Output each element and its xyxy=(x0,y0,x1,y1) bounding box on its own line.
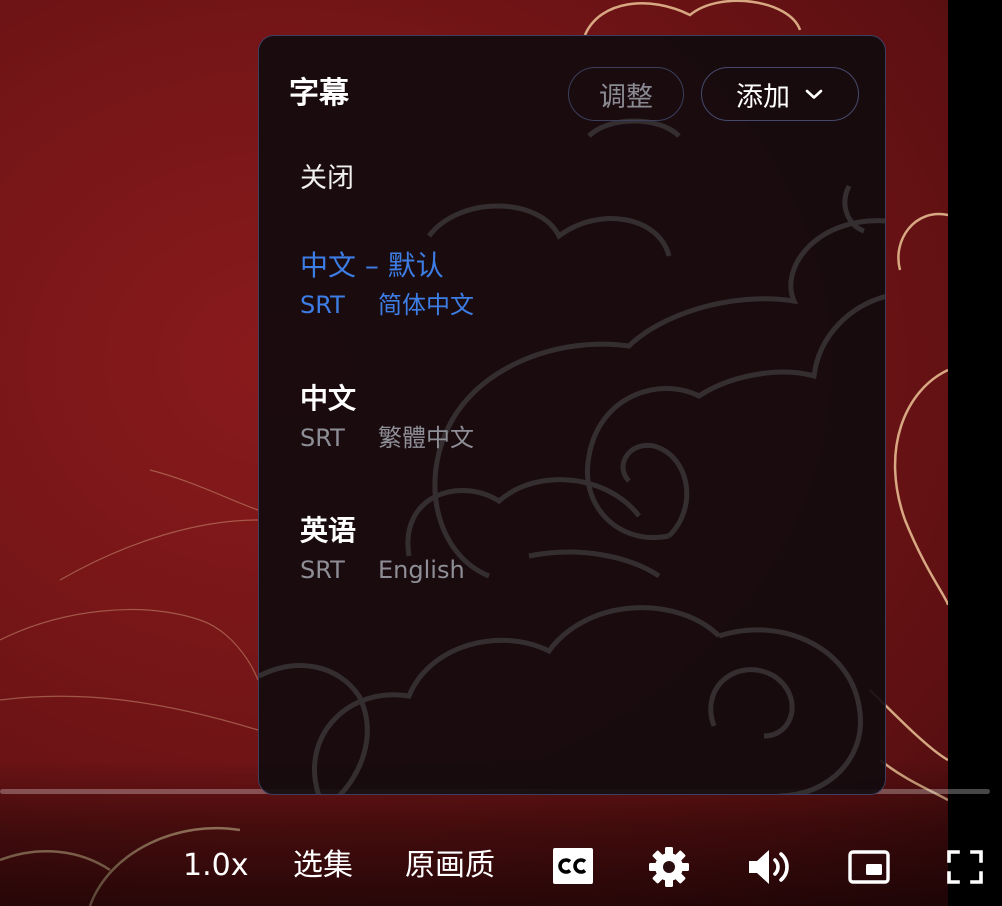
episodes-button[interactable]: 选集 xyxy=(293,846,353,886)
option-format: SRT xyxy=(300,556,345,584)
volume-button[interactable] xyxy=(747,847,790,887)
add-subtitle-button[interactable]: 添加 xyxy=(701,67,859,121)
adjust-button-label: 调整 xyxy=(599,81,653,113)
option-name: 中文 – 默认 xyxy=(300,249,444,282)
option-language: 繁體中文 xyxy=(378,424,474,452)
subtitle-option-en[interactable]: 英语 SRT English xyxy=(300,512,846,586)
option-format: SRT xyxy=(300,424,345,452)
cc-icon xyxy=(553,848,593,884)
option-name: 中文 xyxy=(300,382,357,415)
chevron-down-icon xyxy=(805,89,823,99)
settings-button[interactable] xyxy=(648,846,690,888)
volume-icon xyxy=(749,850,789,884)
add-button-label: 添加 xyxy=(736,81,790,113)
subtitles-button[interactable] xyxy=(553,848,593,884)
option-language: 简体中文 xyxy=(378,291,474,319)
option-meta: SRT 简体中文 xyxy=(300,289,846,321)
gear-icon xyxy=(649,847,689,887)
panel-title: 字幕 xyxy=(289,76,349,111)
subtitle-option-zh-trad[interactable]: 中文 SRT 繁體中文 xyxy=(300,380,846,454)
subtitle-option-off[interactable]: 关闭 xyxy=(300,160,846,198)
adjust-button[interactable]: 调整 xyxy=(568,67,684,121)
option-meta: SRT 繁體中文 xyxy=(300,422,846,454)
subtitle-panel: 字幕 调整 添加 关闭 中文 – 默认 SRT 简体中文 中文 SRT 繁體中文 xyxy=(258,35,886,795)
option-language: English xyxy=(378,556,465,584)
quality-button[interactable]: 原画质 xyxy=(405,846,495,886)
option-meta: SRT English xyxy=(300,554,846,586)
picture-in-picture-button[interactable] xyxy=(848,850,890,884)
subtitle-option-zh-default[interactable]: 中文 – 默认 SRT 简体中文 xyxy=(300,247,846,321)
picture-in-picture-icon xyxy=(848,850,890,884)
playback-speed-button[interactable]: 1.0x xyxy=(183,846,248,886)
video-player: 字幕 调整 添加 关闭 中文 – 默认 SRT 简体中文 中文 SRT 繁體中文 xyxy=(0,0,1002,906)
fullscreen-icon xyxy=(947,850,983,884)
option-name: 关闭 xyxy=(300,163,354,194)
option-name: 英语 xyxy=(300,514,357,547)
option-format: SRT xyxy=(300,291,345,319)
fullscreen-button[interactable] xyxy=(947,850,983,884)
